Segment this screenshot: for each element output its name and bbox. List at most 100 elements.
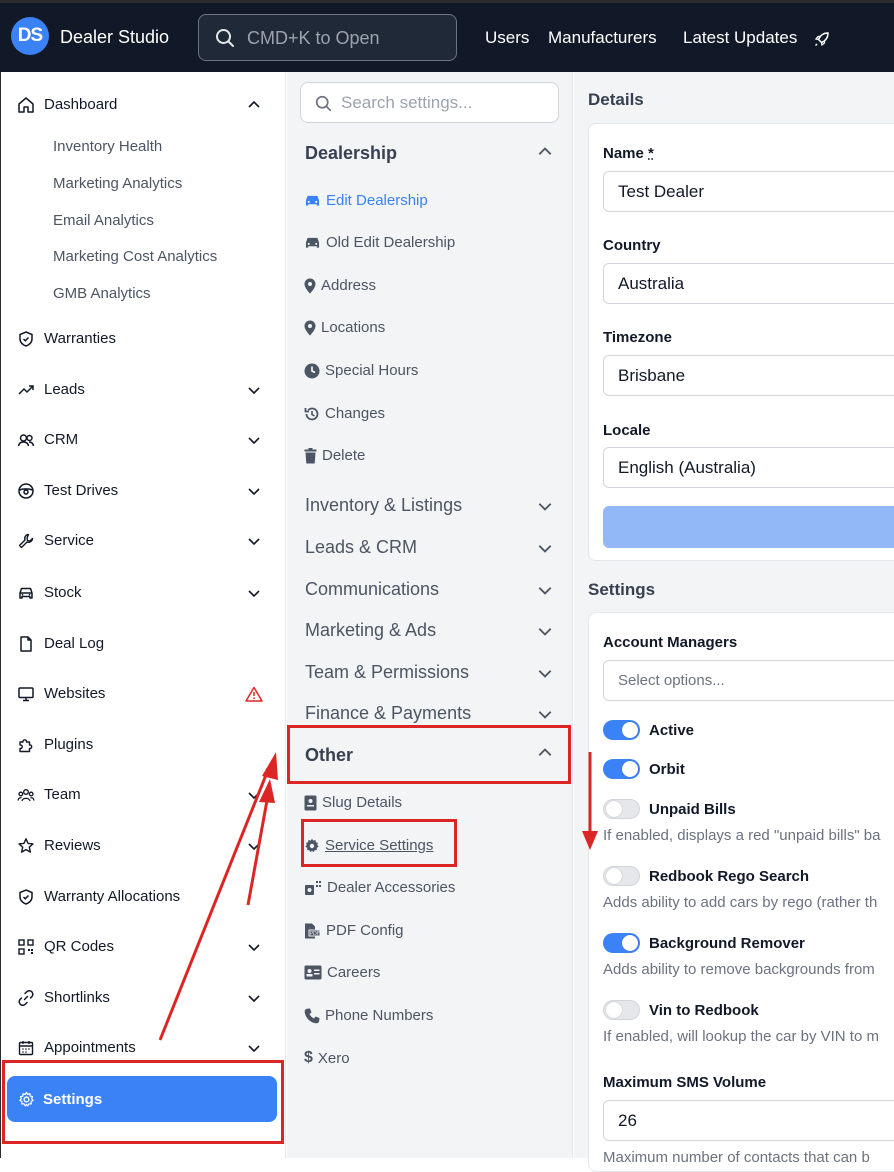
settings-search-input[interactable] [341, 91, 541, 115]
group-leads-crm[interactable]: Leads & CRM [305, 537, 417, 558]
toggle-knob [606, 1002, 622, 1018]
command-search-input[interactable] [247, 25, 447, 51]
settings-link-pdf-config[interactable]: PDF PDF Config [304, 922, 404, 939]
sidebar-item-service[interactable]: Service [1, 521, 287, 561]
settings-link-careers[interactable]: Careers [304, 964, 380, 981]
nav-users[interactable]: Users [485, 28, 529, 48]
settings-link-changes[interactable]: Changes [304, 405, 385, 422]
chevron-down-icon[interactable] [537, 540, 553, 556]
sidebar-subitem-marketing-analytics[interactable]: Marketing Analytics [53, 175, 182, 192]
sidebar-item-label: Warranties [44, 330, 116, 347]
settings-link-special-hours[interactable]: Special Hours [304, 362, 418, 379]
chevron-down-icon[interactable] [247, 839, 261, 853]
group-dealership[interactable]: Dealership [305, 143, 397, 164]
account-managers-select[interactable]: Select options... [603, 660, 894, 701]
sidebar-item-warranties[interactable]: Warranties [1, 319, 287, 359]
group-team-permissions[interactable]: Team & Permissions [305, 662, 469, 683]
name-input[interactable]: Test Dealer [603, 171, 894, 212]
toggle-redbook-rego-search[interactable] [603, 866, 640, 886]
nav-latest-updates[interactable]: Latest Updates [683, 28, 797, 48]
settings-link-locations[interactable]: Locations [304, 319, 385, 336]
toggle-vin-to-redbook-desc: If enabled, will lookup the car by VIN t… [603, 1028, 879, 1045]
toggle-vin-to-redbook[interactable] [603, 1000, 640, 1020]
sidebar-item-dashboard[interactable]: Dashboard [1, 85, 287, 125]
settings-link-phone-numbers[interactable]: Phone Numbers [304, 1007, 433, 1024]
country-select[interactable]: Australia [603, 263, 894, 304]
settings-link-address[interactable]: Address [304, 277, 376, 294]
toggle-redbook-rego-search-desc: Adds ability to add cars by rego (rather… [603, 894, 878, 911]
sidebar-item-test-drives[interactable]: Test Drives [1, 471, 287, 511]
sidebar-item-reviews[interactable]: Reviews [1, 826, 287, 866]
settings-link-xero[interactable]: $ Xero [304, 1049, 350, 1067]
sidebar-item-qr-codes[interactable]: QR Codes [1, 927, 287, 967]
sidebar-subitem-gmb-analytics[interactable]: GMB Analytics [53, 285, 151, 302]
sidebar-item-leads[interactable]: Leads [1, 370, 287, 410]
sidebar-item-deal-log[interactable]: Deal Log [1, 624, 287, 664]
sidebar-item-team[interactable]: Team [1, 775, 287, 815]
group-communications[interactable]: Communications [305, 579, 439, 600]
sidebar-item-label: CRM [44, 431, 79, 448]
chevron-down-icon[interactable] [537, 498, 553, 514]
toggle-active[interactable] [603, 720, 640, 740]
sidebar-item-label: Websites [44, 685, 106, 702]
chevron-down-icon[interactable] [537, 665, 553, 681]
toggle-background-remover[interactable] [603, 933, 640, 953]
sidebar-item-label: Test Drives [44, 482, 119, 499]
sidebar-item-websites[interactable]: Websites [1, 674, 287, 714]
group-marketing-ads[interactable]: Marketing & Ads [305, 620, 436, 641]
toggle-unpaid-bills[interactable] [603, 799, 640, 819]
toggle-orbit[interactable] [603, 759, 640, 779]
chevron-down-icon[interactable] [247, 484, 261, 498]
sidebar-item-label: Service [44, 532, 95, 549]
group-inventory-listings[interactable]: Inventory & Listings [305, 495, 462, 516]
settings-link-delete[interactable]: Delete [304, 447, 365, 464]
chevron-down-icon[interactable] [537, 623, 553, 639]
chevron-down-icon[interactable] [247, 991, 261, 1005]
app-logo[interactable]: DS [11, 17, 49, 55]
sms-volume-input[interactable]: 26 [603, 1100, 894, 1141]
app-title[interactable]: Dealer Studio [60, 27, 169, 48]
chevron-down-icon[interactable] [247, 433, 261, 447]
search-icon [216, 29, 234, 47]
sidebar-item-label: Dashboard [44, 96, 118, 113]
locale-select[interactable]: English (Australia) [603, 447, 894, 488]
settings-link-old-edit-dealership[interactable]: Old Edit Dealership [304, 234, 455, 251]
settings-search[interactable] [300, 82, 559, 123]
group-finance-payments[interactable]: Finance & Payments [305, 703, 471, 724]
command-search[interactable] [198, 14, 457, 61]
sidebar-subitem-marketing-cost-analytics[interactable]: Marketing Cost Analytics [53, 248, 217, 265]
settings-link-edit-dealership[interactable]: Edit Dealership [304, 192, 428, 209]
sidebar-item-label: Stock [44, 584, 82, 601]
sidebar-item-shortlinks[interactable]: Shortlinks [1, 978, 287, 1018]
sidebar-item-plugins[interactable]: Plugins [1, 725, 287, 765]
history-icon [304, 407, 319, 420]
chevron-down-icon[interactable] [247, 383, 261, 397]
chevron-down-icon[interactable] [247, 940, 261, 954]
calendar-icon [18, 1041, 34, 1056]
sidebar-item-crm[interactable]: CRM [1, 420, 287, 460]
chevron-down-icon[interactable] [247, 534, 261, 548]
settings-link-slug-details[interactable]: Slug Details [304, 794, 402, 811]
chevron-down-icon[interactable] [537, 706, 553, 722]
sidebar-item-warranty-allocations[interactable]: Warranty Allocations [1, 877, 287, 917]
car-icon [305, 195, 320, 206]
sidebar-item-label: Warranty Allocations [44, 888, 181, 905]
chevron-down-icon[interactable] [247, 1041, 261, 1055]
locale-label: Locale [603, 422, 651, 439]
sidebar-subitem-email-analytics[interactable]: Email Analytics [53, 212, 154, 229]
chevron-down-icon[interactable] [537, 582, 553, 598]
top-bar: DS Dealer Studio Users Manufacturers Lat… [0, 0, 894, 72]
chevron-up-icon[interactable] [537, 144, 553, 160]
chevron-down-icon[interactable] [247, 788, 261, 802]
save-button[interactable] [603, 506, 894, 548]
chevron-up-icon[interactable] [247, 98, 261, 112]
settings-link-dealer-accessories[interactable]: Dealer Accessories [304, 879, 455, 896]
nav-manufacturers[interactable]: Manufacturers [548, 28, 657, 48]
toggle-background-remover-desc: Adds ability to remove backgrounds from [603, 961, 875, 978]
settings-content: Details Name * Test Dealer Country Austr… [574, 72, 894, 1172]
wrench-icon [18, 533, 34, 549]
chevron-down-icon[interactable] [247, 586, 261, 600]
sidebar-subitem-inventory-health[interactable]: Inventory Health [53, 138, 162, 155]
sidebar-item-stock[interactable]: Stock [1, 573, 287, 613]
timezone-select[interactable]: Brisbane [603, 355, 894, 396]
